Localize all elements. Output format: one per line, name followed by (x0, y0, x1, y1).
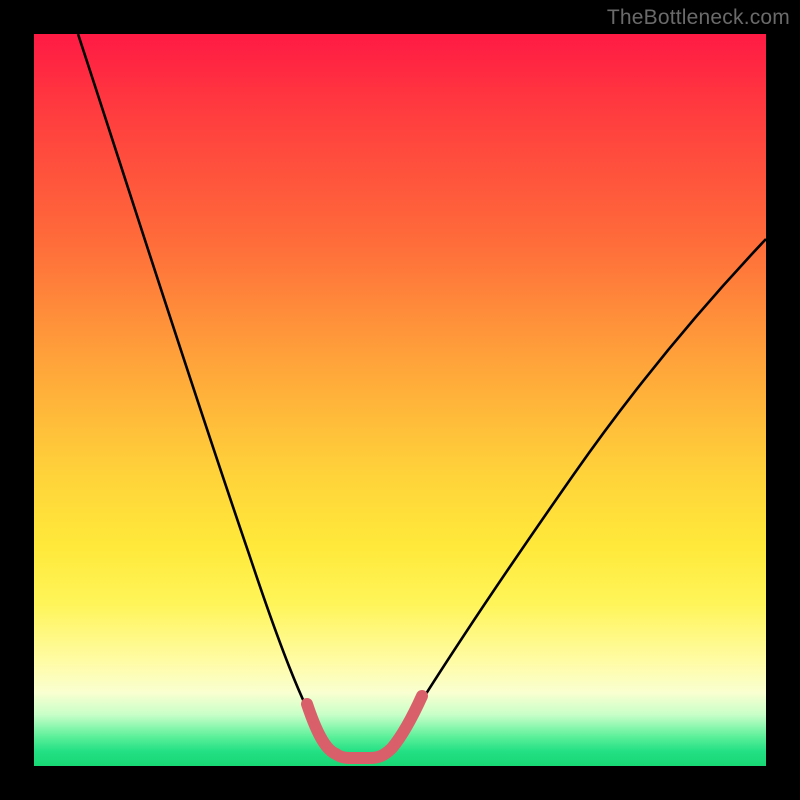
optimal-range-marker (307, 696, 422, 758)
chart-frame: TheBottleneck.com (0, 0, 800, 800)
bottleneck-curve (34, 34, 766, 766)
plot-area (34, 34, 766, 766)
watermark-text: TheBottleneck.com (607, 6, 790, 30)
curve-path (78, 34, 766, 756)
